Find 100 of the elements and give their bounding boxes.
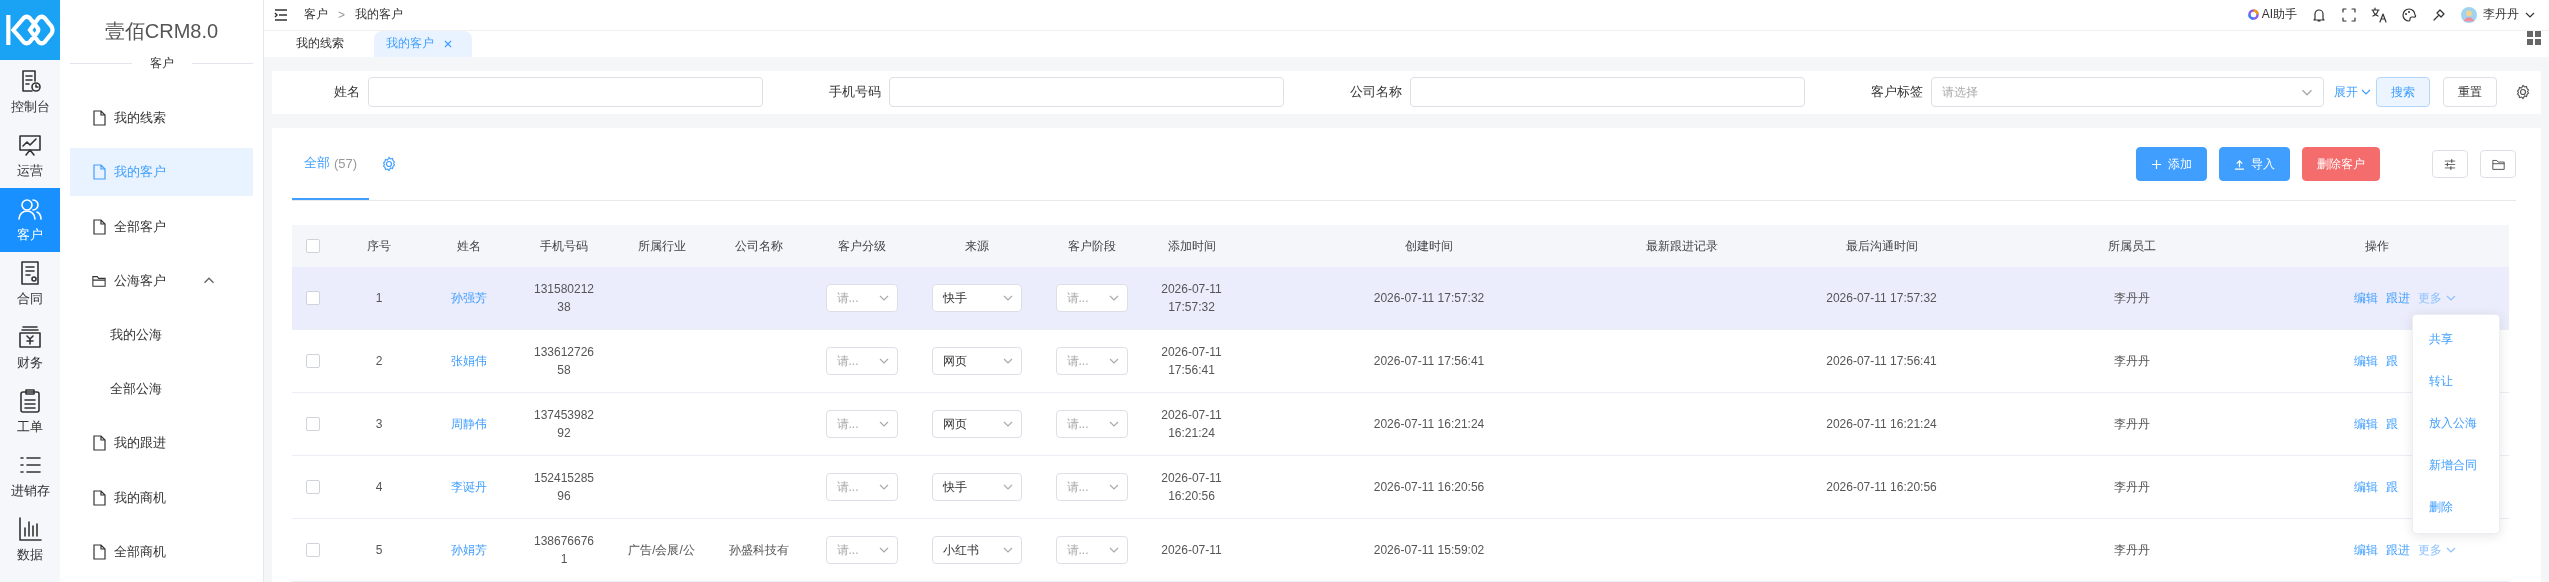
search-button[interactable]: 搜索 bbox=[2376, 77, 2430, 108]
table-cell: 2026-07-11 16:21:24 bbox=[1826, 417, 1937, 431]
nav-item[interactable]: 工单 bbox=[0, 380, 60, 444]
add-button[interactable]: 添加 bbox=[2136, 147, 2207, 181]
nav-item[interactable]: 运营 bbox=[0, 124, 60, 188]
caret-icon bbox=[1108, 546, 1119, 554]
table-cell: 2026-07-11 17:56:41 bbox=[1826, 354, 1937, 368]
select-field[interactable]: 请... bbox=[825, 473, 898, 501]
checkbox[interactable] bbox=[306, 543, 320, 558]
select-field[interactable]: 请... bbox=[1055, 347, 1128, 375]
action-link[interactable]: 跟 bbox=[2386, 415, 2398, 433]
name-link[interactable]: 孙娟芳 bbox=[451, 542, 487, 557]
page-icon bbox=[92, 110, 106, 127]
name-link[interactable]: 李诞丹 bbox=[451, 479, 487, 494]
select-field[interactable]: 请... bbox=[1055, 473, 1128, 501]
ring-icon bbox=[2246, 8, 2260, 22]
reset-button[interactable]: 重置 bbox=[2443, 77, 2497, 108]
table-cell: 李丹丹 bbox=[2113, 542, 2150, 557]
nav-item[interactable]: 合同 bbox=[0, 252, 60, 316]
menu-item[interactable]: 我的商机 bbox=[70, 473, 253, 522]
menu-item[interactable]: 新增合同 bbox=[2413, 444, 2499, 487]
input-field[interactable] bbox=[889, 77, 1284, 108]
menu-item[interactable]: 删除 bbox=[2413, 486, 2499, 529]
menu-item[interactable]: 我的客户 bbox=[70, 148, 253, 197]
more-link[interactable]: 更多 bbox=[2418, 541, 2456, 559]
menu-item[interactable]: 全部商机 bbox=[70, 527, 253, 576]
action-link[interactable]: 编辑 bbox=[2354, 415, 2378, 433]
checkbox[interactable] bbox=[306, 291, 320, 306]
page-tab[interactable]: 我的客户 bbox=[374, 30, 472, 57]
delete-button[interactable]: 删除客户 bbox=[2302, 147, 2380, 181]
checkbox[interactable] bbox=[306, 354, 320, 369]
menu-item[interactable]: 全部公海 bbox=[70, 365, 253, 414]
select-field[interactable]: 请... bbox=[1055, 284, 1128, 312]
translate-icon[interactable] bbox=[2371, 6, 2387, 23]
select-field[interactable]: 快手 bbox=[931, 473, 1022, 501]
nav-item[interactable]: 进销存 bbox=[0, 444, 60, 508]
page-tab[interactable]: 我的线索 bbox=[284, 30, 364, 57]
input-field[interactable] bbox=[368, 77, 763, 108]
menu-item[interactable]: 转让 bbox=[2413, 360, 2499, 403]
action-link[interactable]: 跟 bbox=[2386, 352, 2398, 370]
more-link[interactable]: 更多 bbox=[2418, 289, 2456, 307]
select-field[interactable]: 请... bbox=[825, 410, 898, 438]
user-menu[interactable]: 李丹丹 bbox=[2461, 6, 2535, 24]
breadcrumb-item[interactable]: 我的客户 bbox=[355, 6, 403, 24]
fullscreen-icon[interactable] bbox=[2341, 6, 2357, 23]
menu-item[interactable]: 我的线索 bbox=[70, 94, 253, 143]
caret-icon bbox=[1002, 420, 1013, 428]
breadcrumb-item[interactable]: 客户 bbox=[304, 6, 328, 24]
folder-button[interactable] bbox=[2480, 150, 2516, 178]
table-cell-text: 13361272658 bbox=[532, 344, 596, 379]
select-field[interactable]: 小红书 bbox=[931, 536, 1022, 564]
menu-item[interactable]: 放入公海 bbox=[2413, 402, 2499, 445]
checkbox[interactable] bbox=[306, 480, 320, 495]
page-icon bbox=[92, 218, 106, 235]
app-title: 壹佰CRM8.0 bbox=[103, 19, 220, 44]
menu-item[interactable]: 我的公海 bbox=[70, 310, 253, 360]
menu-item[interactable]: 公海客户 bbox=[70, 256, 253, 305]
close-icon[interactable] bbox=[444, 39, 452, 48]
menu-item[interactable]: 我的跟进 bbox=[70, 419, 253, 468]
select-field[interactable]: 请... bbox=[1055, 536, 1128, 564]
action-link[interactable]: 跟进 bbox=[2386, 541, 2410, 559]
table-cell: 2026-07-11 16:20:56 bbox=[1826, 480, 1937, 494]
name-link[interactable]: 张娟伟 bbox=[451, 353, 487, 368]
menu-item[interactable]: 共享 bbox=[2413, 318, 2499, 361]
name-link[interactable]: 周静伟 bbox=[451, 416, 487, 431]
nav-item[interactable]: 数据 bbox=[0, 508, 60, 572]
menu-item[interactable]: 全部客户 bbox=[70, 202, 253, 251]
palette-icon[interactable] bbox=[2401, 6, 2417, 23]
expand-link[interactable]: 展开 bbox=[2334, 83, 2371, 101]
checkbox[interactable] bbox=[306, 417, 320, 432]
action-link[interactable]: 跟 bbox=[2386, 478, 2398, 496]
action-link[interactable]: 编辑 bbox=[2354, 289, 2378, 307]
caret-icon bbox=[878, 483, 889, 491]
list-tab[interactable]: 全部 (57) bbox=[292, 128, 370, 200]
column-header: 所属行业 bbox=[637, 238, 686, 253]
ai-assistant-button[interactable]: AI助手 bbox=[2246, 6, 2297, 24]
action-link[interactable]: 编辑 bbox=[2354, 352, 2378, 370]
action-link[interactable]: 编辑 bbox=[2354, 478, 2378, 496]
select-field[interactable]: 网页 bbox=[931, 410, 1022, 438]
select-field[interactable]: 请选择 bbox=[1931, 77, 2324, 108]
select-field[interactable]: 请... bbox=[825, 536, 898, 564]
filter-settings-button[interactable] bbox=[2432, 150, 2468, 178]
select-field[interactable]: 快手 bbox=[931, 284, 1022, 312]
import-button[interactable]: 导入 bbox=[2219, 147, 2290, 181]
checkbox[interactable] bbox=[306, 239, 320, 254]
action-link[interactable]: 编辑 bbox=[2354, 541, 2378, 559]
select-field[interactable]: 请... bbox=[825, 347, 898, 375]
nav-item[interactable]: 控制台 bbox=[0, 60, 60, 124]
select-field[interactable]: 请... bbox=[1055, 410, 1128, 438]
column-header: 手机号码 bbox=[540, 238, 588, 253]
select-field[interactable]: 请... bbox=[825, 284, 898, 312]
settings-icon[interactable] bbox=[2515, 84, 2531, 101]
select-field[interactable]: 网页 bbox=[931, 347, 1022, 375]
action-link[interactable]: 跟进 bbox=[2386, 289, 2410, 307]
name-link[interactable]: 孙强芳 bbox=[451, 290, 487, 305]
nav-item[interactable]: 财务 bbox=[0, 316, 60, 380]
input-field[interactable] bbox=[1410, 77, 1805, 108]
grid-icon bbox=[2527, 30, 2541, 45]
nav-item[interactable]: 客户 bbox=[0, 188, 60, 252]
bell-icon[interactable] bbox=[2311, 6, 2327, 23]
